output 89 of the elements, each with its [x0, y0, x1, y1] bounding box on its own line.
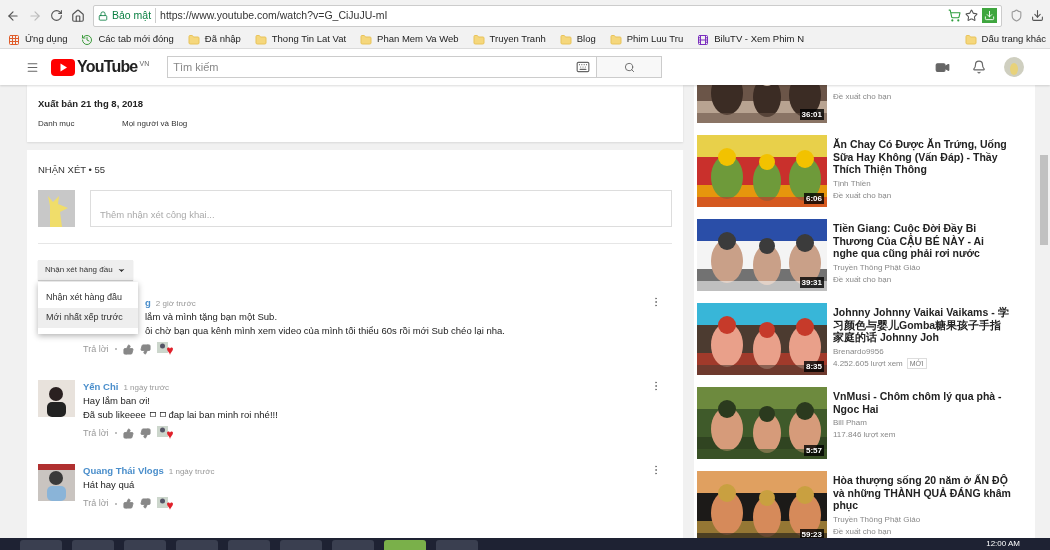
search-icon [623, 61, 635, 73]
avatar[interactable] [38, 464, 75, 502]
like-icon[interactable] [122, 427, 134, 439]
folder-icon [964, 33, 977, 46]
sort-menu-item[interactable]: Mới nhất xếp trước [38, 308, 138, 328]
back-icon[interactable] [6, 8, 20, 23]
film-icon [697, 33, 710, 46]
video-title[interactable]: VnMusi - Chôm chôm lý qua phà - Ngoc Hai [833, 390, 1011, 415]
comment-text: Đã sub likeeee ㅁㅁđap lai ban minh roi nhé!!! [83, 407, 279, 422]
folder-icon [609, 33, 622, 46]
category-value: Mọi người và Blog [122, 118, 188, 131]
menu-icon[interactable] [26, 60, 39, 74]
folder-icon [559, 33, 572, 46]
comment-time: 2 giờ trước [155, 298, 196, 311]
sort-button[interactable]: Nhận xét hàng đầu [38, 260, 133, 281]
comment-time: 1 ngày trước [168, 466, 215, 479]
bookmark-item[interactable]: BiluTV - Xem Phim N [697, 32, 804, 47]
folder-icon [187, 33, 200, 46]
video-title[interactable]: Ăn Chay Có Được Ăn Trứng, Uống Sữa Hay Không (Vấn Đáp) - Thầy Thích Thiện Thông [833, 138, 1011, 176]
bookmark-item[interactable]: Ứng dụng [8, 32, 68, 47]
youtube-play-icon[interactable] [51, 58, 75, 76]
search-placeholder: Tìm kiếm [173, 59, 220, 75]
channel-name[interactable]: Truyền Thông Phật Giáo [833, 513, 1011, 526]
dislike-icon[interactable] [139, 427, 151, 439]
bookmark-item[interactable]: Blog [559, 32, 596, 47]
channel-name[interactable]: Tịnh Thiền [833, 177, 1011, 190]
bookmark-star-icon[interactable] [965, 9, 978, 22]
clock: 12:00 AM [986, 538, 1020, 550]
dislike-icon[interactable] [139, 343, 151, 355]
video-meta: 117.846 lượt xem [833, 429, 896, 440]
url-text: https://www.youtube.com/watch?v=G_CiJuJU-mI [160, 7, 389, 23]
avatar[interactable] [38, 380, 75, 418]
video-duration: 36:01 [799, 109, 824, 120]
comment-time: 1 ngày trước [123, 382, 170, 395]
download-icon[interactable] [1031, 9, 1044, 22]
keyboard-icon[interactable] [576, 60, 591, 74]
comment-text: Hát hay quá [83, 478, 136, 492]
video-meta: Đề xuất cho bạn [833, 525, 892, 537]
comments-heading: NHẬN XÉT • 55 [38, 163, 107, 177]
lock-icon [98, 10, 108, 21]
comment-placeholder: Thêm nhận xét công khai... [100, 209, 215, 221]
video-title[interactable]: Tiền Giang: Cuộc Đời Đầy Bi Thương Của CẬU BÉ NÀY - Ai nghe qua cũng phải rơi nước [833, 222, 1011, 260]
video-duration: 39:31 [799, 277, 824, 288]
like-icon[interactable] [122, 343, 134, 355]
bookmark-item[interactable]: Phim Luu Tru [609, 32, 684, 47]
bookmark-item[interactable]: Thong Tin Lat Vat [254, 32, 347, 47]
comment-text: lắm và mình tặng bạn một Sub. [145, 310, 279, 324]
bell-icon[interactable] [972, 60, 986, 74]
comment-text: Hay lắm ban ơi! [83, 394, 151, 408]
video-meta: 4.252.605 lượt xem [833, 357, 903, 369]
channel-name[interactable]: Truyền Thông Phật Giáo [833, 261, 1011, 274]
channel-name[interactable]: Brenardo9956 [833, 345, 1011, 358]
folder-icon [360, 33, 373, 46]
channel-name[interactable]: Bill Pham [833, 417, 1011, 429]
comment-author[interactable]: Quang Thái Vlogs [83, 464, 164, 479]
video-duration: 5:57 [804, 445, 824, 456]
dislike-icon[interactable] [139, 498, 151, 510]
bookmark-item[interactable]: Các tab mới đóng [81, 32, 174, 47]
video-duration: 8:35 [804, 361, 824, 372]
video-duration: 6:06 [804, 193, 824, 204]
comment-text: ôi chờ bạn qua kênh mình xem video của mình tối thiểu 60s rồi mới Sub chéo lại nha. [145, 323, 506, 338]
comment-author[interactable]: Yến Chi [83, 380, 119, 395]
like-icon[interactable] [122, 498, 134, 510]
comment-author[interactable]: g [145, 296, 151, 311]
apps-icon [8, 33, 20, 46]
history-icon [81, 33, 94, 46]
avatar-heart-icon [156, 496, 173, 511]
bookmark-item[interactable]: Phan Mem Va Web [360, 32, 459, 47]
search-field[interactable]: Tìm kiếm [167, 56, 598, 78]
sort-menu-item[interactable]: Nhận xét hàng đầu [38, 288, 138, 308]
video-title[interactable]: Johnny Johnny Vaikai Vaikams - 学习颜色与婴儿Gomba糖果孩子手指家庭的话 Johnny Joh [833, 306, 1011, 344]
shield-icon[interactable] [1010, 9, 1023, 22]
bookmark-item[interactable]: Truyen Tranh [472, 32, 546, 47]
video-meta: Đề xuất cho bạn [833, 273, 892, 285]
video-title[interactable]: Hòa thượng sống 20 năm ở ẤN ĐỘ và những THÀNH QUẢ ĐÁNG khâm phục [833, 474, 1011, 512]
video-meta: Đề xuất cho bạn [833, 189, 892, 201]
publish-date: Xuất bản 21 thg 8, 2018 [38, 97, 145, 111]
folder-icon [472, 33, 485, 46]
video-meta: Đề xuất cho bạn [833, 91, 892, 102]
category-label: Danh mục [38, 118, 76, 131]
cart-icon[interactable] [948, 9, 961, 22]
other-bookmarks[interactable]: Dấu trang khác [964, 32, 1046, 47]
bookmark-item[interactable]: Đã nhập [187, 32, 241, 47]
reload-icon[interactable] [50, 9, 63, 22]
folder-icon [254, 33, 267, 46]
home-icon[interactable] [71, 8, 85, 23]
youtube-logo[interactable]: YouTube [77, 55, 138, 79]
security-label: Bảo mật [112, 7, 157, 24]
address-field[interactable]: Bảo mật https://www.youtube.com/watch?v=G_CiJuJU-mI [93, 4, 1002, 27]
